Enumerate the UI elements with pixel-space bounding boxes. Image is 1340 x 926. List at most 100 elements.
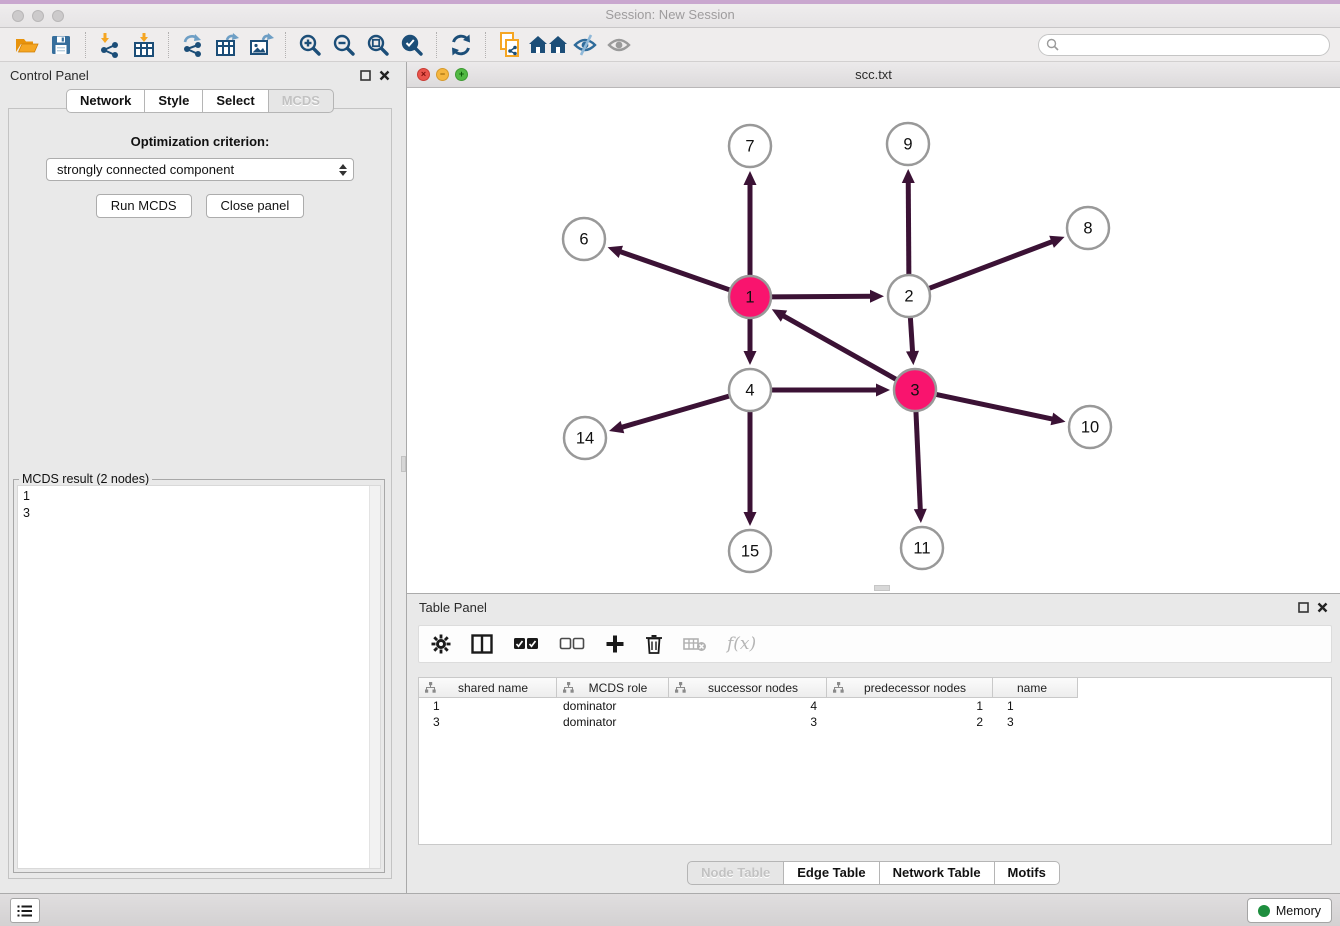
select-all-checkboxes-icon[interactable]: [513, 637, 539, 651]
delete-column-icon[interactable]: [645, 634, 663, 654]
node-label-6: 6: [579, 231, 588, 249]
tab-network[interactable]: Network: [66, 89, 145, 113]
deselect-checkboxes-icon[interactable]: [559, 637, 585, 651]
zoom-fit-icon[interactable]: [361, 30, 395, 60]
column-label: predecessor nodes: [844, 681, 992, 695]
edge-1-6[interactable]: [618, 251, 730, 290]
zoom-out-icon[interactable]: [327, 30, 361, 60]
mcds-tab-content: Optimization criterion: strongly connect…: [8, 108, 392, 879]
column-label: MCDS role: [574, 681, 668, 695]
node-label-9: 9: [903, 136, 912, 154]
edge-2-9[interactable]: [908, 180, 909, 275]
result-scrollbar[interactable]: [369, 486, 380, 868]
node-label-15: 15: [741, 543, 759, 561]
split-column-icon[interactable]: [471, 634, 493, 654]
memory-label: Memory: [1276, 904, 1321, 918]
edge-2-3[interactable]: [910, 317, 912, 354]
control-panel: Control Panel NetworkStyleSelectMCDS Opt…: [0, 62, 400, 893]
import-network-icon[interactable]: [93, 30, 127, 60]
tab-node-table[interactable]: Node Table: [687, 861, 784, 885]
memory-button[interactable]: Memory: [1247, 898, 1332, 923]
export-image-icon[interactable]: [244, 30, 278, 60]
column-header-successor-nodes[interactable]: successor nodes: [669, 678, 827, 698]
close-panel-button[interactable]: Close panel: [206, 194, 305, 218]
delete-table-icon: [683, 635, 707, 653]
panel-splitter[interactable]: [400, 62, 407, 893]
tab-edge-table[interactable]: Edge Table: [783, 861, 879, 885]
table-panel-tabs: Node TableEdge TableNetwork TableMotifs: [407, 861, 1340, 885]
settings-gear-icon[interactable]: [431, 634, 451, 654]
tab-style[interactable]: Style: [144, 89, 203, 113]
network-graph[interactable]: 7968124314101511: [407, 88, 1340, 593]
mcds-result-list[interactable]: 13: [17, 485, 381, 869]
edge-3-10[interactable]: [936, 394, 1055, 419]
cell-MCDS-role[interactable]: dominator: [557, 714, 669, 730]
node-label-1: 1: [745, 289, 754, 307]
table-panel: Table Panel f(x) s: [407, 593, 1340, 893]
cell-predecessor-nodes[interactable]: 1: [827, 698, 993, 714]
table-body: 1dominator4113dominator323: [419, 698, 1331, 730]
cell-predecessor-nodes[interactable]: 2: [827, 714, 993, 730]
cell-MCDS-role[interactable]: dominator: [557, 698, 669, 714]
tree-icon: [563, 682, 574, 693]
show-panels-icon[interactable]: [603, 30, 637, 60]
window-title: Session: New Session: [0, 7, 1340, 22]
float-panel-icon[interactable]: [360, 70, 371, 81]
zoom-selected-icon[interactable]: [395, 30, 429, 60]
float-table-panel-icon[interactable]: [1298, 602, 1309, 613]
splitter-handle[interactable]: [401, 456, 406, 472]
close-table-panel-icon[interactable]: [1317, 602, 1328, 613]
search-field[interactable]: [1038, 34, 1330, 56]
close-panel-icon[interactable]: [379, 70, 390, 81]
cell-name[interactable]: 1: [993, 698, 1078, 714]
table-row[interactable]: 3dominator323: [419, 714, 1331, 730]
node-label-11: 11: [913, 540, 930, 558]
tab-mcds[interactable]: MCDS: [268, 89, 334, 113]
cell-successor-nodes[interactable]: 3: [669, 714, 827, 730]
cell-name[interactable]: 3: [993, 714, 1078, 730]
clone-network-icon[interactable]: [493, 30, 527, 60]
import-table-icon[interactable]: [127, 30, 161, 60]
optimization-criterion-label: Optimization criterion:: [9, 134, 391, 149]
export-network-icon[interactable]: [176, 30, 210, 60]
tab-network-table[interactable]: Network Table: [879, 861, 995, 885]
arrowhead-1-7: [744, 171, 757, 185]
network-canvas[interactable]: 7968124314101511: [407, 88, 1340, 593]
window-top-accent: [0, 0, 1340, 4]
cell-shared-name[interactable]: 1: [419, 698, 557, 714]
optimization-criterion-select[interactable]: strongly connected component: [46, 158, 354, 181]
edge-2-8[interactable]: [929, 241, 1055, 289]
hide-panels-icon[interactable]: [569, 30, 603, 60]
edge-1-2[interactable]: [771, 296, 873, 297]
table-header-row: shared name MCDS rolesuccessor nodes prede…: [419, 678, 1331, 698]
tab-motifs[interactable]: Motifs: [994, 861, 1060, 885]
edge-4-14[interactable]: [620, 396, 730, 428]
zoom-in-icon[interactable]: [293, 30, 327, 60]
export-table-icon[interactable]: [210, 30, 244, 60]
table-row[interactable]: 1dominator411: [419, 698, 1331, 714]
cell-successor-nodes[interactable]: 4: [669, 698, 827, 714]
search-input[interactable]: [1064, 38, 1322, 52]
canvas-splitter-handle[interactable]: [874, 585, 890, 591]
node-table: shared name MCDS rolesuccessor nodes prede…: [418, 677, 1332, 845]
open-session-icon[interactable]: [10, 30, 44, 60]
column-header-MCDS-role[interactable]: MCDS role: [557, 678, 669, 698]
node-label-10: 10: [1081, 419, 1099, 437]
task-history-button[interactable]: [10, 898, 40, 923]
column-header-name[interactable]: name: [993, 678, 1078, 698]
first-neighbors-icon[interactable]: [527, 30, 569, 60]
column-header-shared-name[interactable]: shared name: [419, 678, 557, 698]
save-session-icon[interactable]: [44, 30, 78, 60]
control-panel-title: Control Panel: [10, 68, 89, 83]
criterion-selected-value: strongly connected component: [57, 162, 234, 177]
apply-layout-icon[interactable]: [444, 30, 478, 60]
run-mcds-button[interactable]: Run MCDS: [96, 194, 192, 218]
tab-select[interactable]: Select: [202, 89, 268, 113]
edge-3-1[interactable]: [781, 315, 896, 380]
cell-shared-name[interactable]: 3: [419, 714, 557, 730]
column-header-predecessor-nodes[interactable]: predecessor nodes: [827, 678, 993, 698]
column-label: shared name: [436, 681, 556, 695]
edge-3-11[interactable]: [916, 411, 920, 512]
add-column-icon[interactable]: [605, 634, 625, 654]
tree-icon: [833, 682, 844, 693]
